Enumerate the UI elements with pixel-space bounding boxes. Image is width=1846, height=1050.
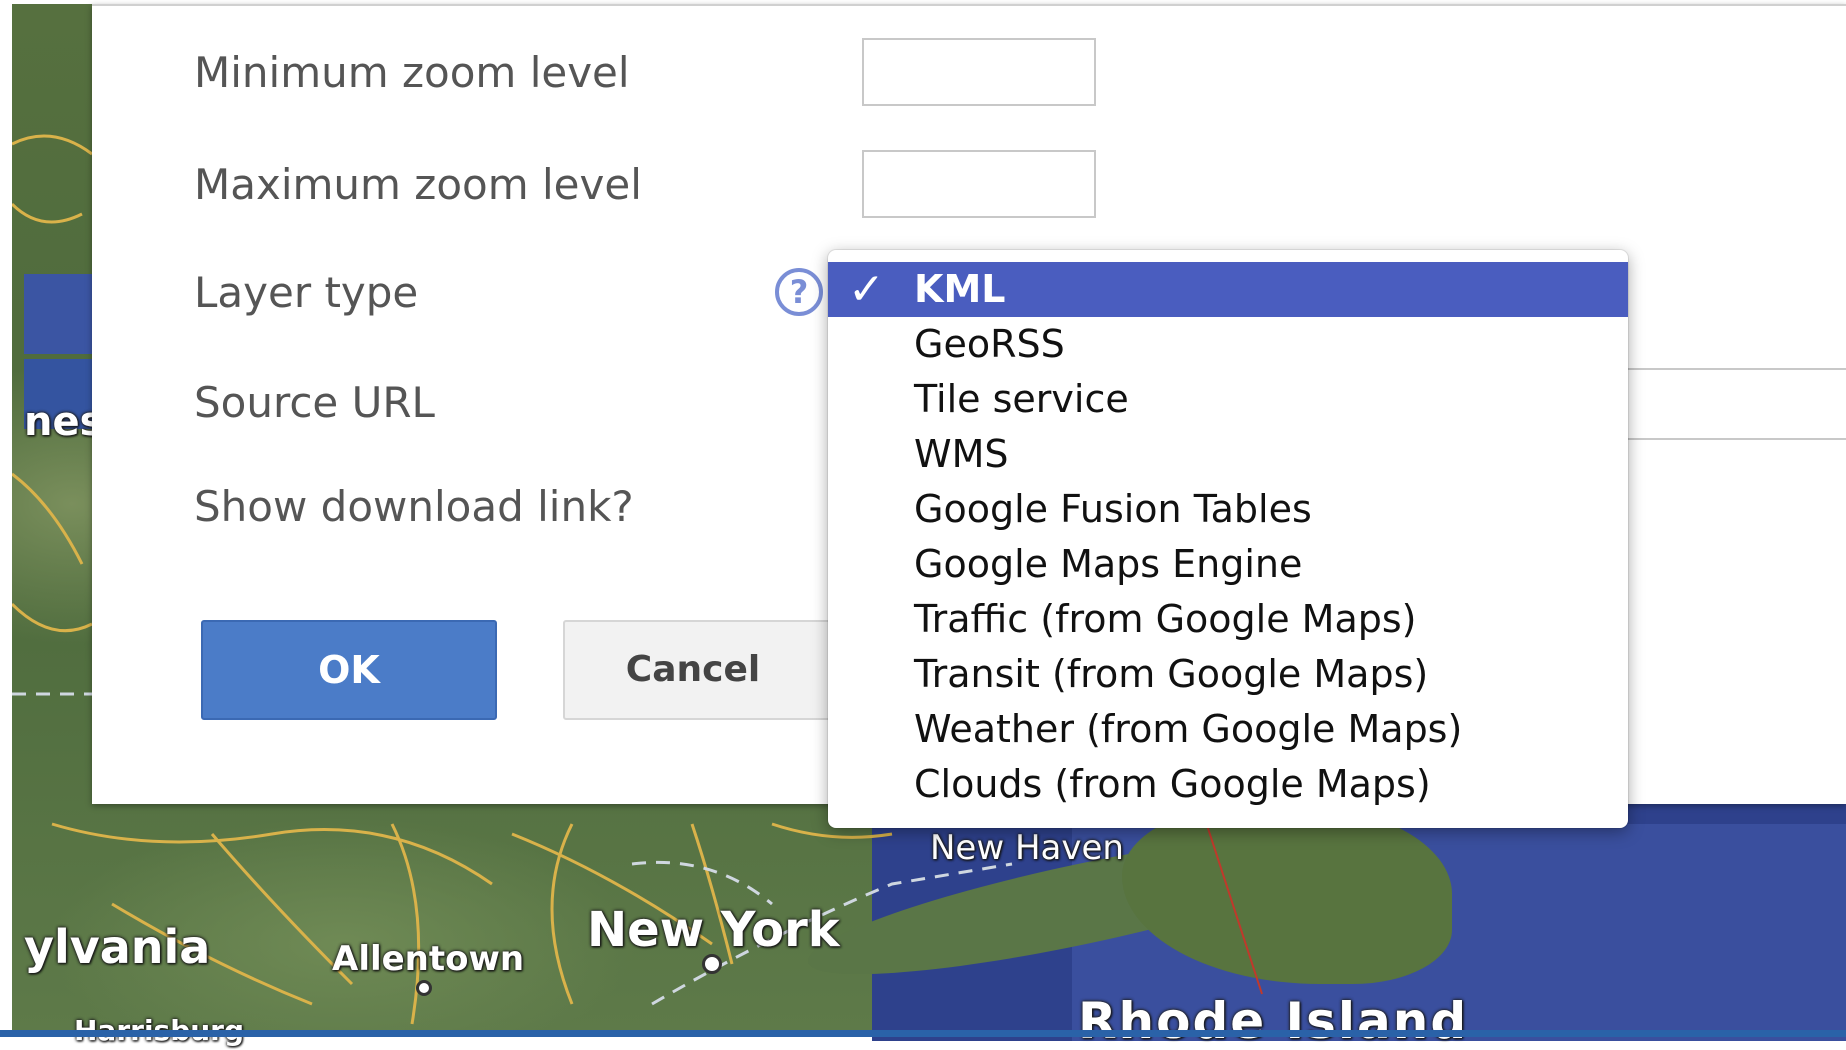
dropdown-option-label: Google Fusion Tables <box>914 487 1312 531</box>
dropdown-option-kml[interactable]: ✓ KML <box>828 262 1628 317</box>
dropdown-option-label: Weather (from Google Maps) <box>914 707 1463 751</box>
dropdown-option-label: WMS <box>914 432 1009 476</box>
help-icon[interactable]: ? <box>775 268 823 316</box>
dropdown-option-traffic[interactable]: Traffic (from Google Maps) <box>828 592 1628 647</box>
min-zoom-label: Minimum zoom level <box>194 48 630 97</box>
dropdown-option-georss[interactable]: GeoRSS <box>828 317 1628 372</box>
map-label-rhode-island: Rhode Island <box>1078 992 1469 1050</box>
dropdown-option-weather[interactable]: Weather (from Google Maps) <box>828 702 1628 757</box>
dropdown-option-maps-engine[interactable]: Google Maps Engine <box>828 537 1628 592</box>
dropdown-option-label: Transit (from Google Maps) <box>914 652 1429 696</box>
dropdown-option-label: GeoRSS <box>914 322 1065 366</box>
map-label-new-haven: New Haven <box>930 828 1124 868</box>
source-url-label: Source URL <box>194 378 435 427</box>
dialog-top-border <box>92 4 1846 6</box>
source-url-input[interactable] <box>1600 368 1846 440</box>
dropdown-option-transit[interactable]: Transit (from Google Maps) <box>828 647 1628 702</box>
dropdown-option-tile-service[interactable]: Tile service <box>828 372 1628 427</box>
map-label-new-york: New York <box>587 902 840 958</box>
show-download-label: Show download link? <box>194 482 634 531</box>
dropdown-option-fusion-tables[interactable]: Google Fusion Tables <box>828 482 1628 537</box>
dropdown-option-clouds[interactable]: Clouds (from Google Maps) <box>828 757 1628 812</box>
city-marker <box>416 980 432 996</box>
dropdown-option-label: Traffic (from Google Maps) <box>914 597 1417 641</box>
max-zoom-input[interactable] <box>862 150 1096 218</box>
dropdown-option-label: Tile service <box>914 377 1129 421</box>
max-zoom-label: Maximum zoom level <box>194 160 642 209</box>
checkmark-icon: ✓ <box>848 264 885 315</box>
map-label-pennsylvania: ylvania <box>24 920 211 974</box>
dropdown-option-label: Clouds (from Google Maps) <box>914 762 1431 806</box>
bottom-bar <box>0 1030 1846 1037</box>
dropdown-option-label: Google Maps Engine <box>914 542 1303 586</box>
left-margin <box>0 0 12 1037</box>
dropdown-option-label: KML <box>914 267 1006 311</box>
cancel-button[interactable]: Cancel <box>563 620 863 720</box>
map-label-allentown: Allentown <box>332 939 525 979</box>
layer-type-label: Layer type <box>194 268 419 317</box>
ok-button[interactable]: OK <box>201 620 497 720</box>
min-zoom-input[interactable] <box>862 38 1096 106</box>
layer-type-dropdown[interactable]: ✓ KML GeoRSS Tile service WMS Google Fus… <box>828 250 1628 828</box>
dropdown-option-wms[interactable]: WMS <box>828 427 1628 482</box>
